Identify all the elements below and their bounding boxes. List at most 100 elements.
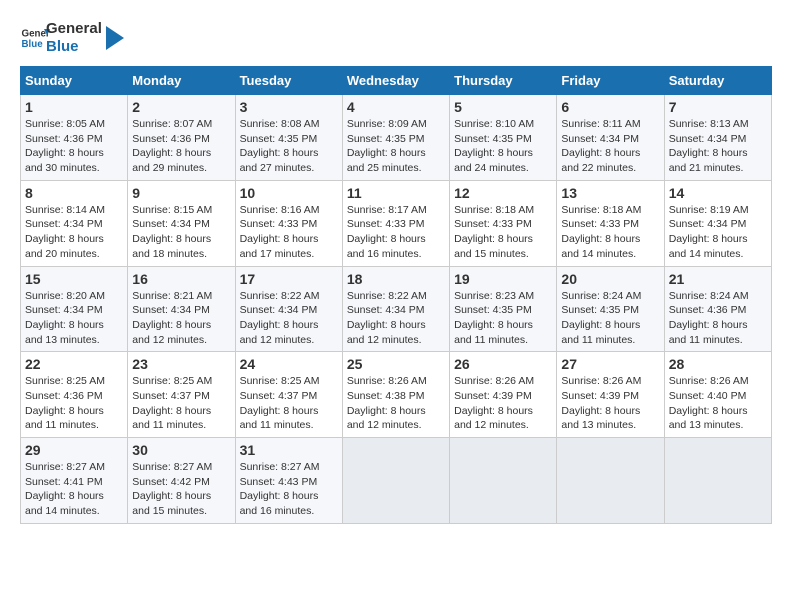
day-number: 21 [669, 271, 767, 287]
calendar-cell: 17 Sunrise: 8:22 AMSunset: 4:34 PMDayligh… [235, 266, 342, 352]
day-info: Sunrise: 8:27 AMSunset: 4:41 PMDaylight:… [25, 460, 123, 519]
svg-text:Blue: Blue [22, 39, 44, 50]
day-number: 28 [669, 356, 767, 372]
calendar-cell: 23 Sunrise: 8:25 AMSunset: 4:37 PMDayligh… [128, 352, 235, 438]
week-row: 15 Sunrise: 8:20 AMSunset: 4:34 PMDayligh… [21, 266, 772, 352]
day-info: Sunrise: 8:26 AMSunset: 4:39 PMDaylight:… [454, 374, 552, 433]
calendar-cell: 31 Sunrise: 8:27 AMSunset: 4:43 PMDayligh… [235, 438, 342, 524]
week-row: 1Sunrise: 8:05 AMSunset: 4:36 PMDaylight… [21, 95, 772, 181]
week-row: 8 Sunrise: 8:14 AMSunset: 4:34 PMDaylight… [21, 180, 772, 266]
day-number: 9 [132, 185, 230, 201]
calendar-cell: 13 Sunrise: 8:18 AMSunset: 4:33 PMDayligh… [557, 180, 664, 266]
calendar-cell: 6 Sunrise: 8:11 AMSunset: 4:34 PMDaylight… [557, 95, 664, 181]
day-number: 17 [240, 271, 338, 287]
calendar-cell: 11 Sunrise: 8:17 AMSunset: 4:33 PMDayligh… [342, 180, 449, 266]
calendar-table: Sunday Monday Tuesday Wednesday Thursday… [20, 66, 772, 524]
day-number: 22 [25, 356, 123, 372]
calendar-cell: 27Sunrise: 8:26 AMSunset: 4:39 PMDayligh… [557, 352, 664, 438]
day-number: 23 [132, 356, 230, 372]
logo-arrow-icon [106, 26, 124, 50]
day-info: Sunrise: 8:16 AMSunset: 4:33 PMDaylight:… [240, 203, 338, 262]
day-number: 20 [561, 271, 659, 287]
day-number: 5 [454, 99, 552, 115]
day-number: 15 [25, 271, 123, 287]
day-number: 12 [454, 185, 552, 201]
calendar-cell: 7Sunrise: 8:13 AMSunset: 4:34 PMDaylight… [664, 95, 771, 181]
col-monday: Monday [128, 67, 235, 95]
calendar-cell [557, 438, 664, 524]
calendar-cell: 12 Sunrise: 8:18 AMSunset: 4:33 PMDayligh… [450, 180, 557, 266]
calendar-cell: 2 Sunrise: 8:07 AMSunset: 4:36 PMDaylight… [128, 95, 235, 181]
day-number: 7 [669, 99, 767, 115]
day-number: 24 [240, 356, 338, 372]
logo-blue: Blue [46, 38, 102, 56]
day-info: Sunrise: 8:24 AMSunset: 4:35 PMDaylight:… [561, 289, 659, 348]
col-sunday: Sunday [21, 67, 128, 95]
calendar-cell: 28 Sunrise: 8:26 AMSunset: 4:40 PMDayligh… [664, 352, 771, 438]
calendar-cell [342, 438, 449, 524]
day-info: Sunrise: 8:18 AMSunset: 4:33 PMDaylight:… [561, 203, 659, 262]
day-number: 14 [669, 185, 767, 201]
day-info: Sunrise: 8:26 AMSunset: 4:40 PMDaylight:… [669, 374, 767, 433]
day-number: 26 [454, 356, 552, 372]
calendar-cell: 19 Sunrise: 8:23 AMSunset: 4:35 PMDayligh… [450, 266, 557, 352]
day-number: 11 [347, 185, 445, 201]
column-headers: Sunday Monday Tuesday Wednesday Thursday… [21, 67, 772, 95]
col-friday: Friday [557, 67, 664, 95]
day-number: 16 [132, 271, 230, 287]
day-info: Sunrise: 8:25 AMSunset: 4:37 PMDaylight:… [240, 374, 338, 433]
col-saturday: Saturday [664, 67, 771, 95]
calendar-cell: 4Sunrise: 8:09 AMSunset: 4:35 PMDaylight… [342, 95, 449, 181]
day-info: Sunrise: 8:21 AMSunset: 4:34 PMDaylight:… [132, 289, 230, 348]
calendar-cell: 9Sunrise: 8:15 AMSunset: 4:34 PMDaylight… [128, 180, 235, 266]
calendar-cell: 26 Sunrise: 8:26 AMSunset: 4:39 PMDayligh… [450, 352, 557, 438]
day-info: Sunrise: 8:22 AMSunset: 4:34 PMDaylight:… [240, 289, 338, 348]
day-info: Sunrise: 8:10 AMSunset: 4:35 PMDaylight:… [454, 117, 552, 176]
calendar-cell [450, 438, 557, 524]
calendar-cell: 24 Sunrise: 8:25 AMSunset: 4:37 PMDayligh… [235, 352, 342, 438]
day-number: 6 [561, 99, 659, 115]
calendar-cell: 10 Sunrise: 8:16 AMSunset: 4:33 PMDayligh… [235, 180, 342, 266]
day-info: Sunrise: 8:08 AMSunset: 4:35 PMDaylight:… [240, 117, 338, 176]
day-number: 4 [347, 99, 445, 115]
week-row: 29 Sunrise: 8:27 AMSunset: 4:41 PMDayligh… [21, 438, 772, 524]
logo: General Blue General Blue [20, 20, 124, 56]
calendar-cell: 30Sunrise: 8:27 AMSunset: 4:42 PMDayligh… [128, 438, 235, 524]
day-number: 3 [240, 99, 338, 115]
calendar-cell: 29 Sunrise: 8:27 AMSunset: 4:41 PMDayligh… [21, 438, 128, 524]
day-info: Sunrise: 8:14 AMSunset: 4:34 PMDaylight:… [25, 203, 123, 262]
day-info: Sunrise: 8:23 AMSunset: 4:35 PMDaylight:… [454, 289, 552, 348]
calendar-cell: 3 Sunrise: 8:08 AMSunset: 4:35 PMDaylight… [235, 95, 342, 181]
day-info: Sunrise: 8:05 AMSunset: 4:36 PMDaylight:… [25, 117, 123, 176]
day-number: 13 [561, 185, 659, 201]
col-thursday: Thursday [450, 67, 557, 95]
day-info: Sunrise: 8:25 AMSunset: 4:37 PMDaylight:… [132, 374, 230, 433]
calendar-cell: 5 Sunrise: 8:10 AMSunset: 4:35 PMDaylight… [450, 95, 557, 181]
logo-general: General [46, 20, 102, 38]
day-number: 8 [25, 185, 123, 201]
calendar-cell: 16 Sunrise: 8:21 AMSunset: 4:34 PMDayligh… [128, 266, 235, 352]
day-number: 10 [240, 185, 338, 201]
day-info: Sunrise: 8:07 AMSunset: 4:36 PMDaylight:… [132, 117, 230, 176]
day-number: 2 [132, 99, 230, 115]
day-number: 30 [132, 442, 230, 458]
day-info: Sunrise: 8:26 AMSunset: 4:38 PMDaylight:… [347, 374, 445, 433]
calendar-cell: 18Sunrise: 8:22 AMSunset: 4:34 PMDayligh… [342, 266, 449, 352]
day-info: Sunrise: 8:17 AMSunset: 4:33 PMDaylight:… [347, 203, 445, 262]
day-number: 29 [25, 442, 123, 458]
calendar-cell: 15 Sunrise: 8:20 AMSunset: 4:34 PMDayligh… [21, 266, 128, 352]
calendar-cell: 1Sunrise: 8:05 AMSunset: 4:36 PMDaylight… [21, 95, 128, 181]
day-number: 27 [561, 356, 659, 372]
day-info: Sunrise: 8:27 AMSunset: 4:43 PMDaylight:… [240, 460, 338, 519]
day-info: Sunrise: 8:11 AMSunset: 4:34 PMDaylight:… [561, 117, 659, 176]
day-number: 31 [240, 442, 338, 458]
calendar-cell: 22Sunrise: 8:25 AMSunset: 4:36 PMDayligh… [21, 352, 128, 438]
day-info: Sunrise: 8:24 AMSunset: 4:36 PMDaylight:… [669, 289, 767, 348]
calendar-cell: 14Sunrise: 8:19 AMSunset: 4:34 PMDayligh… [664, 180, 771, 266]
calendar-cell: 20 Sunrise: 8:24 AMSunset: 4:35 PMDayligh… [557, 266, 664, 352]
day-number: 19 [454, 271, 552, 287]
day-info: Sunrise: 8:18 AMSunset: 4:33 PMDaylight:… [454, 203, 552, 262]
day-number: 18 [347, 271, 445, 287]
col-tuesday: Tuesday [235, 67, 342, 95]
day-info: Sunrise: 8:20 AMSunset: 4:34 PMDaylight:… [25, 289, 123, 348]
